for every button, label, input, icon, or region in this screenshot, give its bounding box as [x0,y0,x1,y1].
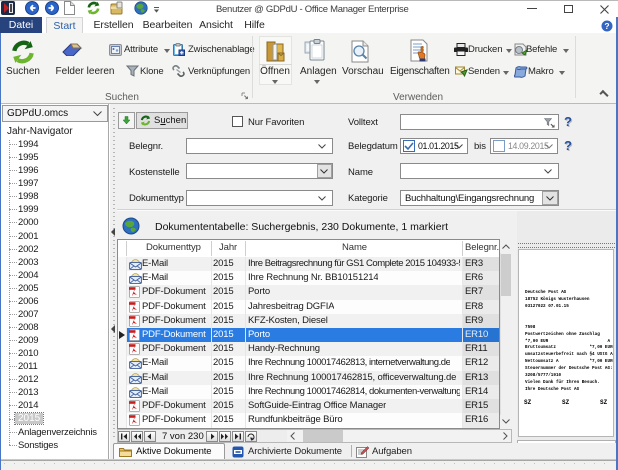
svg-text:?: ? [604,21,609,31]
